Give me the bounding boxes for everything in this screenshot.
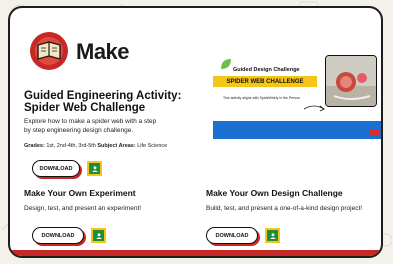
classroom-icon bbox=[93, 230, 104, 241]
design-challenge-title: Make Your Own Design Challenge bbox=[206, 188, 343, 198]
activity-title: Guided Engineering Activity: Spider Web … bbox=[24, 90, 182, 114]
google-classroom-button-design[interactable] bbox=[265, 228, 280, 243]
experiment-description: Design, test, and present an experiment! bbox=[24, 205, 142, 212]
banner-footer-bar bbox=[213, 121, 381, 139]
brand-badge bbox=[370, 130, 380, 135]
make-card: Make Guided Engineering Activity: Spider… bbox=[8, 6, 383, 258]
google-classroom-button-activity[interactable] bbox=[87, 161, 102, 176]
grades-value: 1st, 2nd-4th, 3rd-5th bbox=[46, 143, 96, 149]
banner-tag: SPIDER WEB CHALLENGE bbox=[213, 76, 317, 87]
design-challenge-description: Build, test, and present a one-of-a-kind… bbox=[206, 205, 363, 212]
banner-title: Guided Design Challenge bbox=[233, 67, 300, 73]
subject-value: Life Science bbox=[137, 143, 168, 149]
google-classroom-button-experiment[interactable] bbox=[91, 228, 106, 243]
card-bottom-accent bbox=[10, 250, 381, 256]
classroom-icon bbox=[267, 230, 278, 241]
classroom-icon bbox=[89, 163, 100, 174]
experiment-title: Make Your Own Experiment bbox=[24, 188, 136, 198]
subject-label: Subject Areas: bbox=[97, 143, 136, 149]
doodle-arrow-icon bbox=[303, 105, 325, 112]
leaf-icon bbox=[221, 59, 231, 69]
download-button-activity[interactable]: DOWNLOAD bbox=[32, 160, 80, 177]
activity-meta: Grades: 1st, 2nd-4th, 3rd-5th Subject Ar… bbox=[24, 143, 167, 149]
make-logo-icon bbox=[30, 32, 68, 70]
grades-label: Grades: bbox=[24, 143, 45, 149]
download-button-design[interactable]: DOWNLOAD bbox=[206, 227, 258, 244]
download-button-experiment[interactable]: DOWNLOAD bbox=[32, 227, 84, 244]
spider-web-banner[interactable]: Guided Design Challenge SPIDER WEB CHALL… bbox=[213, 49, 381, 139]
banner-subtitle: This activity aligns with SpideWhirly in… bbox=[223, 96, 300, 100]
spider-web-photo bbox=[325, 55, 377, 107]
page-title: Make bbox=[76, 39, 130, 64]
activity-description: Explore how to make a spider web with a … bbox=[24, 118, 157, 134]
